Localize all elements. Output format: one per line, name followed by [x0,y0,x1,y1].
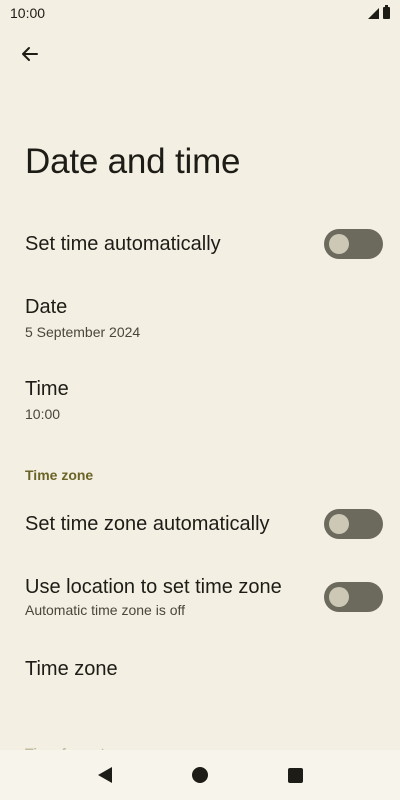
toggle-thumb [329,514,349,534]
status-icons [368,5,390,19]
time-text: Time 10:00 [25,378,69,422]
toggle-thumb [329,587,349,607]
navigation-bar [0,750,400,800]
time-value: 10:00 [25,406,61,422]
toggle-thumb [329,234,349,254]
time-zone-label: Time zone [25,657,118,680]
date-text: Date 5 September 2024 [25,296,140,340]
use-location-summary: Automatic time zone is off [25,602,186,618]
time-label: Time [25,378,69,400]
set-time-zone-automatically-toggle[interactable] [324,509,383,539]
date-label: Date [25,296,68,318]
nav-home-icon[interactable] [191,767,208,783]
use-location-label: Use location to set time zone [25,576,282,598]
date-value: 5 September 2024 [25,324,141,340]
time-zone-row[interactable]: Time zone [0,652,400,686]
page-title: Date and time [25,142,241,181]
use-location-row[interactable]: Use location to set time zone Automatic … [0,572,400,622]
arrow-left-icon [22,47,38,61]
use-location-toggle[interactable] [324,582,383,612]
set-time-automatically-label: Set time automatically [25,232,221,255]
back-button[interactable] [12,36,48,72]
signal-icon [368,7,379,19]
nav-recent-apps-icon[interactable] [287,767,303,783]
time-row[interactable]: Time 10:00 [0,374,400,426]
status-bar: 10:00 [0,0,400,26]
date-row[interactable]: Date 5 September 2024 [0,292,400,344]
nav-back-icon[interactable] [97,767,112,783]
battery-icon [383,5,390,19]
status-time: 10:00 [10,5,46,21]
set-time-zone-automatically-row[interactable]: Set time zone automatically [0,502,400,546]
time-zone-section-header: Time zone [25,467,94,483]
use-location-text: Use location to set time zone Automatic … [25,576,282,618]
set-time-zone-automatically-label: Set time zone automatically [25,512,270,535]
set-time-automatically-toggle[interactable] [324,229,383,259]
set-time-automatically-row[interactable]: Set time automatically [0,222,400,266]
